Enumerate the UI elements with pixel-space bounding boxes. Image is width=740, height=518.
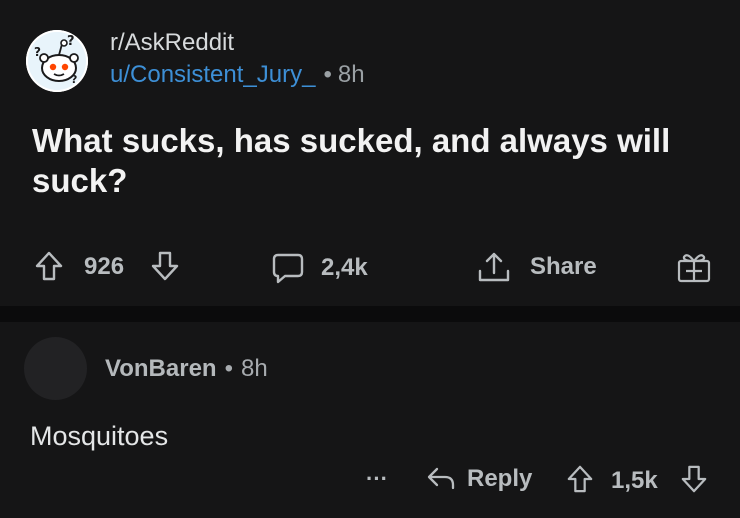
- meta-separator: •: [224, 355, 233, 382]
- post-vote-count: 926: [84, 253, 125, 280]
- downvote-arrow-icon: [681, 465, 707, 493]
- post-downvote-button[interactable]: [150, 250, 180, 282]
- subreddit-name[interactable]: r/AskReddit: [110, 29, 234, 57]
- post-author-link[interactable]: u/Consistent_Jury_: [110, 61, 315, 88]
- svg-text:?: ?: [71, 73, 77, 86]
- upvote-arrow-icon: [567, 465, 593, 493]
- gift-icon: [677, 254, 711, 283]
- downvote-arrow-icon: [151, 251, 179, 281]
- comment-downvote-button[interactable]: [680, 464, 708, 494]
- upvote-arrow-icon: [35, 251, 63, 281]
- share-button[interactable]: Share: [476, 249, 597, 285]
- reply-arrow-icon: [427, 467, 455, 490]
- share-label: Share: [530, 253, 597, 280]
- comment-vote-count: 1,5k: [611, 467, 658, 494]
- comment-count: 2,4k: [321, 254, 368, 281]
- post-upvote-button[interactable]: [34, 250, 64, 282]
- comment-meta: VonBaren • 8h: [105, 355, 268, 383]
- more-options-button[interactable]: ···: [366, 466, 388, 492]
- comment-upvote-button[interactable]: [566, 464, 594, 494]
- post-age: 8h: [337, 61, 365, 88]
- section-divider: [0, 306, 740, 322]
- svg-text:?: ?: [67, 34, 75, 49]
- reply-button[interactable]: Reply: [425, 464, 532, 494]
- comment-author[interactable]: VonBaren: [105, 355, 217, 382]
- meta-separator: •: [323, 61, 332, 88]
- comment-age: 8h: [240, 355, 268, 382]
- svg-text:?: ?: [34, 45, 41, 59]
- award-button[interactable]: [676, 249, 712, 285]
- post-title[interactable]: What sucks, has sucked, and always will …: [32, 121, 722, 201]
- askreddit-logo-icon: ? ? ?: [26, 30, 88, 92]
- reply-label: Reply: [467, 465, 533, 492]
- comment-bubble-icon: [272, 253, 304, 284]
- commenter-avatar[interactable]: [24, 337, 87, 400]
- share-icon: [478, 252, 510, 282]
- post-meta: u/Consistent_Jury_ • 8h: [110, 61, 365, 89]
- comments-button[interactable]: 2,4k: [271, 251, 368, 285]
- comment-body: Mosquitoes: [30, 421, 169, 451]
- subreddit-avatar[interactable]: ? ? ?: [26, 30, 88, 92]
